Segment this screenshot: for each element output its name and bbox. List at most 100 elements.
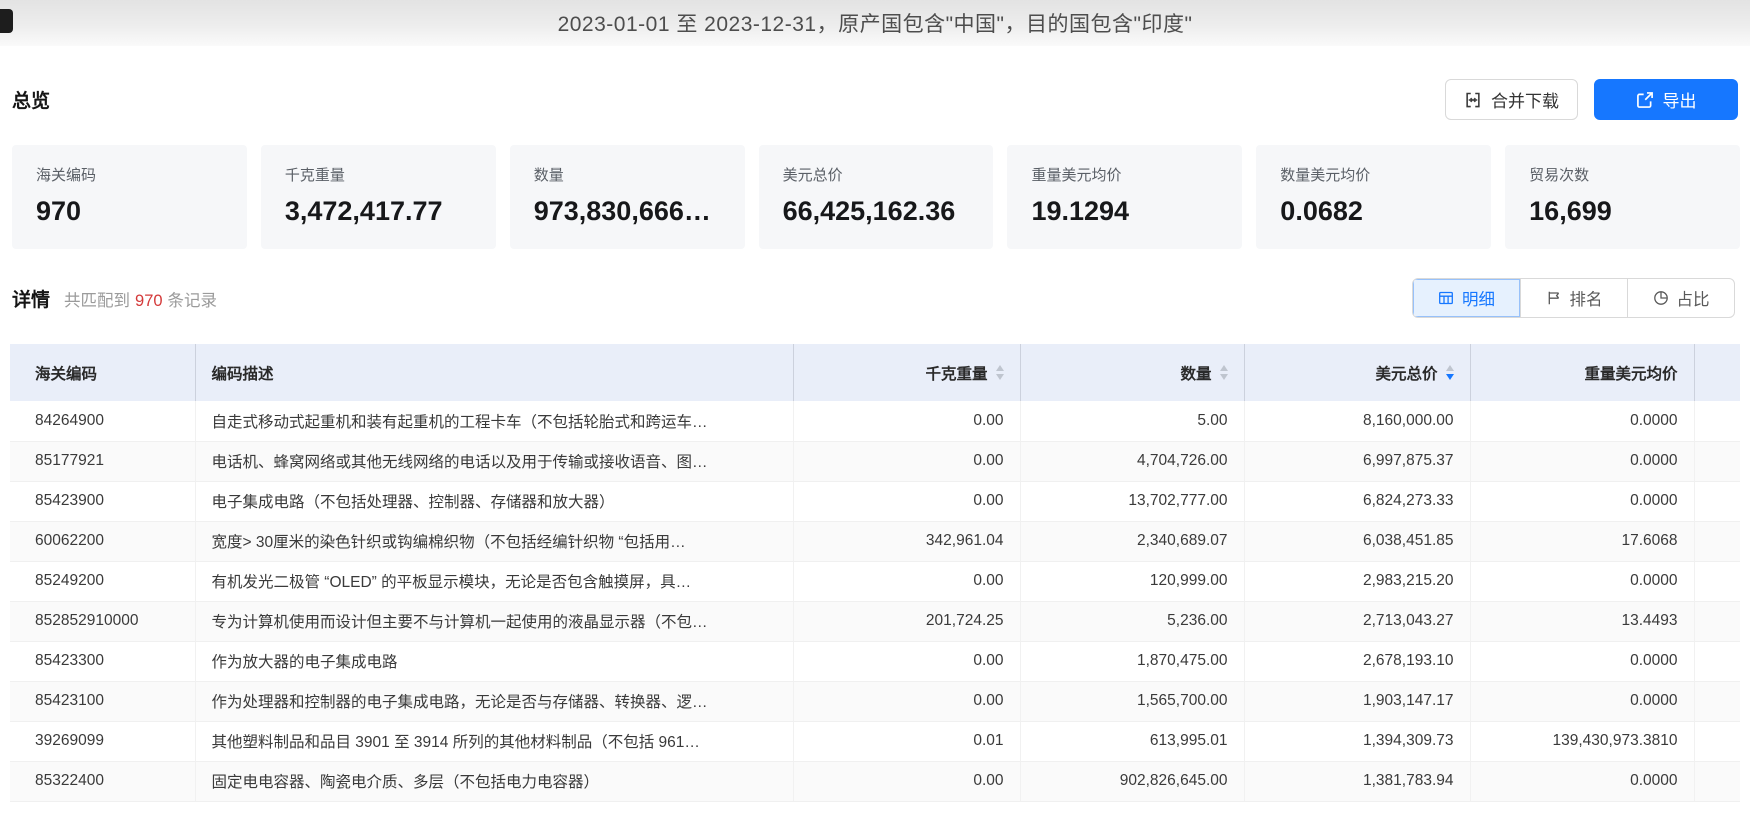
column-header-kg-weight[interactable]: 千克重量	[792, 344, 1020, 401]
sort-desc-icon	[1445, 373, 1454, 380]
table-header-row: 海关编码 编码描述 千克重量 数量 美元总价 重量美元均价	[10, 344, 1740, 401]
match-count: 970	[135, 291, 163, 310]
tab-proportion[interactable]: 占比	[1627, 279, 1734, 317]
cell-description: 作为处理器和控制器的电子集成电路，无论是否与存储器、转换器、逻…	[194, 681, 793, 722]
cell-quantity: 613,995.01	[1019, 721, 1244, 762]
table-row: 85423300 作为放大器的电子集成电路 0.00 1,870,475.00 2,67…	[10, 641, 1740, 682]
cell-usd-total: 1,903,147.17	[1243, 681, 1470, 722]
stat-card-value: 16,699	[1529, 196, 1612, 226]
stat-card-value: 19.1294	[1031, 196, 1130, 226]
cell-usd-total: 6,038,451.85	[1243, 521, 1470, 562]
stat-card-label: 千克重量	[284, 167, 345, 184]
cell-usd-per-kg: 139,430,973.3810	[1469, 721, 1694, 762]
stat-card-value: 3,472,417.77	[284, 196, 443, 226]
cell-extra	[1693, 601, 1740, 642]
cell-kg-weight: 0.01	[792, 721, 1020, 762]
overview-header-row: 总览 合并下载 导出	[12, 79, 1740, 120]
cell-hs-code: 85249200	[10, 561, 195, 602]
stat-card: 贸易次数 16,699	[1505, 145, 1741, 249]
stat-card-value: 973,830,666…	[533, 196, 711, 226]
cell-usd-total: 1,394,309.73	[1243, 721, 1470, 762]
sort-desc-icon	[995, 373, 1004, 380]
column-header-usd-per-kg: 重量美元均价	[1469, 344, 1694, 401]
cell-hs-code: 85423300	[10, 641, 195, 682]
tab-ranking[interactable]: 排名	[1520, 279, 1627, 317]
column-header-hs-code: 海关编码	[10, 344, 195, 401]
cell-hs-code: 84264900	[10, 401, 195, 442]
column-header-quantity[interactable]: 数量	[1019, 344, 1244, 401]
cell-usd-per-kg: 0.0000	[1469, 481, 1694, 522]
sort-control[interactable]	[995, 365, 1004, 380]
cell-description: 自走式移动式起重机和装有起重机的工程卡车（不包括轮胎式和跨运车…	[194, 401, 793, 442]
cell-description: 宽度> 30厘米的染色针织或钩编棉织物（不包括经编针织物 “包括用…	[194, 521, 793, 562]
window-corner-fragment	[0, 9, 13, 33]
cell-usd-total: 6,997,875.37	[1243, 441, 1470, 482]
table-row: 85177921 电话机、蜂窝网络或其他无线网络的电话以及用于传输或接收语音、图……	[10, 441, 1740, 482]
sort-control[interactable]	[1445, 365, 1454, 380]
table-row: 852852910000 专为计算机使用而设计但主要不与计算机一起使用的液晶显示器…	[10, 601, 1740, 642]
sort-control[interactable]	[1219, 365, 1228, 380]
cell-extra	[1693, 721, 1740, 762]
table-row: 85423900 电子集成电路（不包括处理器、控制器、存储器和放大器） 0.00 13…	[10, 481, 1740, 522]
tab-proportion-label: 占比	[1676, 291, 1710, 309]
cell-kg-weight: 0.00	[792, 761, 1020, 802]
stat-card: 海关编码 970	[12, 145, 247, 249]
cell-usd-per-kg: 0.0000	[1469, 561, 1694, 602]
cell-hs-code: 85322400	[10, 761, 195, 802]
cell-usd-total: 8,160,000.00	[1243, 401, 1470, 442]
column-title: 美元总价	[1375, 365, 1438, 383]
table-row: 60062200 宽度> 30厘米的染色针织或钩编棉织物（不包括经编针织物 “包括…	[10, 521, 1740, 562]
column-title: 海关编码	[35, 365, 98, 383]
sort-asc-icon	[995, 365, 1004, 372]
cell-kg-weight: 0.00	[792, 641, 1020, 682]
stat-card-label: 海关编码	[36, 167, 97, 184]
cell-usd-per-kg: 0.0000	[1469, 401, 1694, 442]
merge-download-button[interactable]: 合并下载	[1445, 79, 1578, 120]
cell-hs-code: 85423100	[10, 681, 195, 722]
tab-detail[interactable]: 明细	[1413, 279, 1520, 317]
stat-card: 千克重量 3,472,417.77	[260, 145, 496, 249]
cell-quantity: 13,702,777.00	[1019, 481, 1244, 522]
cell-usd-total: 2,713,043.27	[1243, 601, 1470, 642]
column-header-usd-total[interactable]: 美元总价	[1243, 344, 1470, 401]
sort-asc-icon	[1219, 365, 1228, 372]
overview-cards: 海关编码 970 千克重量 3,472,417.77 数量 973,830,666… 美元总…	[12, 145, 1741, 249]
cell-quantity: 1,870,475.00	[1019, 641, 1244, 682]
query-summary-title: 2023-01-01 至 2023-12-31，原产国包含"中国"，目的国包含"…	[557, 13, 1193, 36]
cell-kg-weight: 201,724.25	[792, 601, 1020, 642]
cell-usd-per-kg: 0.0000	[1469, 761, 1694, 802]
cell-usd-per-kg: 13.4493	[1469, 601, 1694, 642]
cell-kg-weight: 0.00	[792, 681, 1020, 722]
cell-extra	[1693, 761, 1740, 802]
column-title: 数量	[1180, 365, 1212, 383]
cell-usd-per-kg: 0.0000	[1469, 441, 1694, 482]
cell-kg-weight: 0.00	[792, 561, 1020, 602]
stat-card-value: 0.0682	[1280, 196, 1363, 226]
stat-card-label: 贸易次数	[1529, 167, 1590, 184]
table-row: 85249200 有机发光二极管 “OLED” 的平板显示模块，无论是否包含触摸屏…	[10, 561, 1740, 602]
cell-extra	[1693, 641, 1740, 682]
cell-quantity: 902,826,645.00	[1019, 761, 1244, 802]
table-row: 39269099 其他塑料制品和品目 3901 至 3914 所列的其他材料制品（…	[10, 721, 1740, 762]
cell-hs-code: 85423900	[10, 481, 195, 522]
cell-description: 电子集成电路（不包括处理器、控制器、存储器和放大器）	[194, 481, 793, 522]
detail-header-row: 详情 共匹配到 970 条记录 明细 排名 占比	[12, 278, 1740, 318]
stat-card: 数量美元均价 0.0682	[1256, 145, 1492, 249]
stat-card-label: 数量	[533, 167, 564, 184]
cell-kg-weight: 0.00	[792, 481, 1020, 522]
ranking-icon	[1546, 290, 1562, 306]
sort-asc-icon	[1445, 365, 1454, 372]
merge-download-icon	[1464, 91, 1482, 109]
cell-usd-total: 2,983,215.20	[1243, 561, 1470, 602]
cell-kg-weight: 0.00	[792, 401, 1020, 442]
title-bar: 2023-01-01 至 2023-12-31，原产国包含"中国"，目的国包含"…	[0, 0, 1750, 46]
column-title: 编码描述	[211, 365, 274, 383]
stat-card-value: 66,425,162.36	[782, 196, 956, 226]
export-button[interactable]: 导出	[1594, 79, 1738, 120]
cell-description: 电话机、蜂窝网络或其他无线网络的电话以及用于传输或接收语音、图…	[194, 441, 793, 482]
column-title: 重量美元均价	[1584, 365, 1678, 383]
overview-section-title: 总览	[12, 91, 51, 112]
export-icon	[1636, 91, 1654, 109]
table-icon	[1438, 290, 1454, 306]
cell-usd-total: 2,678,193.10	[1243, 641, 1470, 682]
